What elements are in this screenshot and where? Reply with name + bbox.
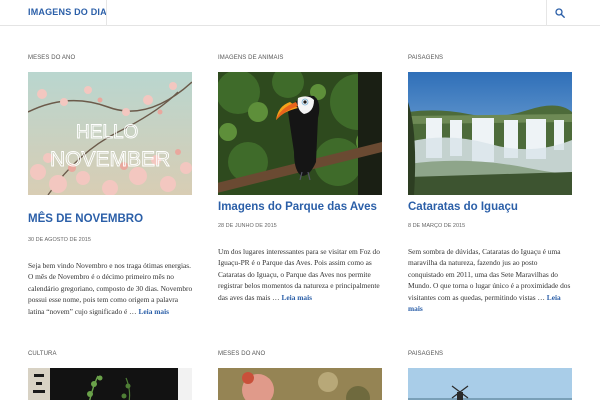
read-more-link[interactable]: Leia mais — [281, 293, 312, 302]
toucan-image — [218, 72, 382, 195]
post-title-link[interactable]: Imagens do Parque das Aves — [218, 201, 377, 213]
post-excerpt: Sem sombra de dúvidas, Cataratas do Igua… — [408, 246, 574, 314]
post-thumbnail[interactable]: HELLO NOVEMBER — [28, 72, 192, 195]
post-title-link[interactable]: Cataratas do Iguaçu — [408, 201, 518, 213]
post-thumbnail[interactable] — [218, 72, 382, 195]
site-title-link[interactable]: IMAGENS DO DIA — [28, 7, 107, 17]
svg-text:HELLO: HELLO — [76, 122, 138, 143]
windmill-landscape-image — [408, 368, 572, 400]
post-thumbnail[interactable] — [408, 368, 572, 400]
post-card: IMAGENS DE ANIMAIS Imagens do Parque das… — [218, 55, 382, 335]
post-thumbnail[interactable] — [28, 368, 192, 400]
post-date: 8 DE MARÇO DE 2015 — [408, 223, 466, 229]
svg-text:NOVEMBER: NOVEMBER — [50, 148, 170, 171]
post-category-link[interactable]: MESES DO ANO — [218, 351, 265, 357]
post-excerpt: Um dos lugares interessantes para se vis… — [218, 246, 384, 303]
culture-image — [28, 368, 192, 400]
search-icon — [554, 8, 565, 18]
post-thumbnail[interactable] — [408, 72, 572, 195]
header-divider — [106, 0, 107, 26]
site-header: IMAGENS DO DIA — [0, 0, 600, 26]
post-card: MESES DO ANO HELLO NOVEMBER MÊS DE NOVEM… — [28, 55, 192, 335]
search-button[interactable] — [547, 0, 572, 26]
post-category-link[interactable]: IMAGENS DE ANIMAIS — [218, 55, 382, 61]
post-thumbnail[interactable] — [218, 368, 382, 400]
post-category-link[interactable]: MESES DO ANO — [28, 55, 192, 61]
post-date: 28 DE JUNHO DE 2015 — [218, 223, 277, 229]
post-category-link[interactable]: PAISAGENS — [408, 55, 572, 61]
post-category-link[interactable]: PAISAGENS — [408, 351, 443, 357]
post-card: PAISAGENS Cataratas do Iguaçu 8 DE MARÇO… — [408, 55, 572, 335]
months-image — [218, 368, 382, 400]
post-excerpt: Seja bem vindo Novembro e nos traga ótim… — [28, 260, 194, 317]
november-flowers-image: HELLO NOVEMBER — [28, 72, 192, 195]
read-more-link[interactable]: Leia mais — [138, 307, 169, 316]
waterfall-image — [408, 72, 572, 195]
post-category-link[interactable]: CULTURA — [28, 351, 57, 357]
post-title-link[interactable]: MÊS DE NOVEMBRO — [28, 213, 143, 225]
post-date: 30 DE AGOSTO DE 2015 — [28, 237, 91, 243]
